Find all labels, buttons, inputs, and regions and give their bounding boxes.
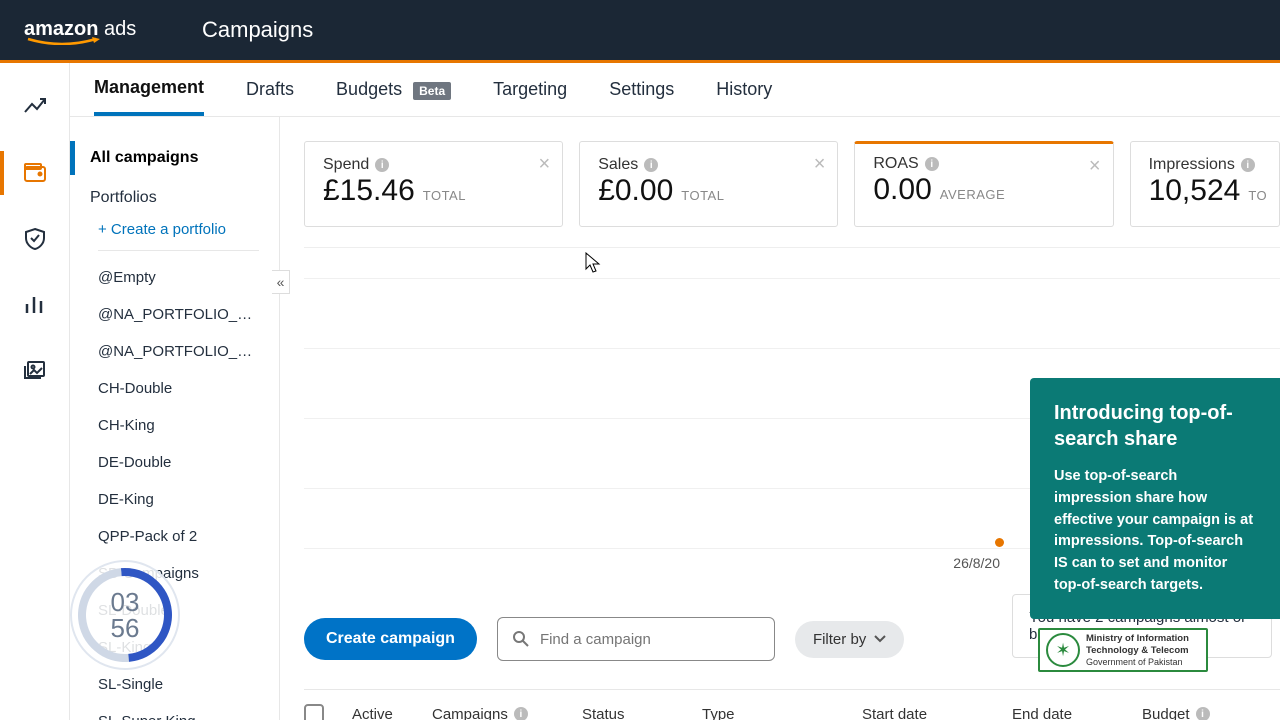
portfolio-item[interactable]: SL-Single (70, 666, 279, 703)
tab-management[interactable]: Management (94, 63, 204, 116)
portfolio-item[interactable]: QPP-Pack of 2 (70, 518, 279, 555)
info-icon[interactable]: i (514, 707, 528, 720)
filter-label: Filter by (813, 631, 866, 648)
close-icon[interactable]: × (1089, 156, 1101, 176)
portfolio-item[interactable]: @NA_PORTFOLIO_3… (70, 333, 279, 370)
seal-icon: ✶ (1046, 633, 1080, 667)
card-impressions[interactable]: Impressions i 10,524 TO (1130, 141, 1280, 227)
close-icon[interactable]: × (814, 154, 826, 174)
col-startdate[interactable]: Start date (862, 706, 927, 720)
bar-chart-icon[interactable] (21, 291, 49, 319)
create-campaign-button[interactable]: Create campaign (304, 618, 477, 660)
card-sales-value: £0.00 (598, 174, 673, 207)
tab-history[interactable]: History (716, 65, 772, 114)
info-icon[interactable]: i (1196, 707, 1210, 720)
timer-dial: 03 56 (70, 560, 180, 670)
tab-bar: Management Drafts Budgets Beta Targeting… (70, 63, 1280, 117)
portfolio-item[interactable]: @Empty (70, 259, 279, 296)
metrics-cards: × Spendi £15.46TOTAL × Salesi £0.00TOTAL… (304, 141, 1280, 227)
tooltip-title: Introducing top-of-search share (1054, 400, 1258, 452)
tab-drafts[interactable]: Drafts (246, 65, 294, 114)
tab-budgets-label: Budgets (336, 79, 402, 99)
card-impr-label: Impressions (1149, 156, 1235, 174)
svg-text:amazon: amazon (24, 18, 98, 40)
card-roas[interactable]: × ROAS i 0.00 AVERAGE (854, 141, 1113, 227)
wallet-icon[interactable] (21, 159, 49, 187)
card-roas-label: ROAS (873, 155, 918, 173)
left-icon-rail (0, 63, 70, 720)
mouse-cursor-icon (585, 252, 601, 274)
card-impr-sub: TO (1248, 188, 1267, 203)
trend-icon[interactable] (21, 93, 49, 121)
search-icon (512, 630, 530, 648)
amazon-ads-logo: amazon ads (24, 15, 154, 45)
collapse-sidebar-handle[interactable]: « (272, 270, 290, 294)
portfolio-item[interactable]: DE-King (70, 481, 279, 518)
col-active[interactable]: Active (352, 706, 393, 720)
divider (98, 250, 259, 251)
chart-data-point (995, 538, 1004, 547)
media-icon[interactable] (21, 357, 49, 385)
feature-tooltip: Introducing top-of-search share Use top-… (1030, 378, 1280, 619)
ministry-badge: ✶ Ministry of Information Technology & T… (1038, 628, 1208, 672)
dial-bottom: 56 (111, 615, 140, 641)
card-sales[interactable]: × Salesi £0.00 TOTAL (579, 141, 838, 227)
portfolio-item[interactable]: @NA_PORTFOLIO_3… (70, 296, 279, 333)
tooltip-body: Use top-of-search impression share how e… (1054, 466, 1258, 597)
shield-icon[interactable] (21, 225, 49, 253)
col-budget[interactable]: Budget (1142, 706, 1190, 720)
search-input[interactable] (540, 631, 760, 648)
card-roas-value: 0.00 (873, 173, 931, 206)
sidebar-all-campaigns[interactable]: All campaigns (70, 137, 279, 179)
card-sales-sub: TOTAL (681, 188, 724, 203)
portfolio-item[interactable]: DE-Double (70, 444, 279, 481)
chevron-down-icon (874, 635, 886, 643)
chart-date-label: 26/8/20 (953, 555, 1000, 571)
col-type[interactable]: Type (702, 706, 735, 720)
info-icon[interactable]: i (925, 157, 939, 171)
card-spend-value: £15.46 (323, 174, 415, 207)
badge-l2: Technology & Telecom (1086, 645, 1189, 656)
card-roas-sub: AVERAGE (940, 187, 1005, 202)
portfolio-item[interactable]: SL-Super King (70, 703, 279, 720)
portfolios-heading: Portfolios (70, 179, 279, 213)
create-portfolio-link[interactable]: + Create a portfolio (70, 213, 279, 250)
tab-targeting[interactable]: Targeting (493, 65, 567, 114)
info-icon[interactable]: i (1241, 158, 1255, 172)
portfolio-item[interactable]: CH-King (70, 407, 279, 444)
page-title: Campaigns (202, 17, 313, 43)
select-all-checkbox[interactable] (304, 704, 324, 720)
table-header: Active Campaigns i Status Type Start date… (304, 689, 1280, 720)
tab-settings[interactable]: Settings (609, 65, 674, 114)
info-icon[interactable]: i (375, 158, 389, 172)
filter-button[interactable]: Filter by (795, 621, 904, 658)
info-icon[interactable]: i (644, 158, 658, 172)
beta-badge: Beta (413, 82, 451, 100)
card-spend-label: Spend (323, 156, 369, 174)
col-status[interactable]: Status (582, 706, 625, 720)
badge-l3: Government of Pakistan (1086, 657, 1183, 667)
badge-l1: Ministry of Information (1086, 633, 1189, 644)
svg-text:ads: ads (104, 18, 136, 40)
card-sales-label: Sales (598, 156, 638, 174)
search-input-wrapper[interactable] (497, 617, 775, 661)
card-spend[interactable]: × Spendi £15.46 TOTAL (304, 141, 563, 227)
card-impr-value: 10,524 (1149, 174, 1241, 207)
top-nav: amazon ads Campaigns (0, 0, 1280, 60)
close-icon[interactable]: × (539, 154, 551, 174)
col-enddate[interactable]: End date (1012, 706, 1072, 720)
dial-top: 03 (111, 589, 140, 615)
card-spend-sub: TOTAL (423, 188, 466, 203)
portfolio-item[interactable]: CH-Double (70, 370, 279, 407)
tab-budgets[interactable]: Budgets Beta (336, 65, 451, 114)
col-campaigns[interactable]: Campaigns (432, 706, 508, 720)
